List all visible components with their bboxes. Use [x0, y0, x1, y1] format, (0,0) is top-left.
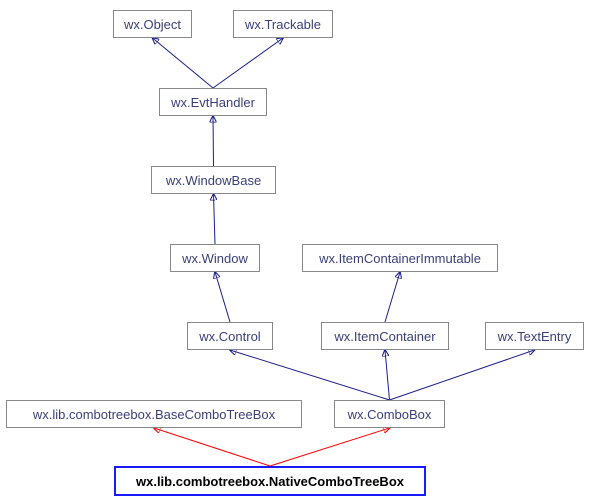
node-basecombotreebox[interactable]: wx.lib.combotreebox.BaseComboTreeBox	[6, 400, 302, 428]
node-textentry[interactable]: wx.TextEntry	[485, 322, 584, 350]
node-label: wx.lib.combotreebox.NativeComboTreeBox	[136, 474, 404, 489]
node-windowbase[interactable]: wx.WindowBase	[151, 166, 276, 194]
edge-control-to-window	[215, 272, 230, 322]
edge-combobox-to-control	[230, 350, 390, 400]
node-label: wx.Window	[182, 251, 248, 266]
edge-windowbase-to-evthandler	[213, 116, 214, 166]
edge-evthandler-to-object	[153, 38, 214, 88]
node-label: wx.ComboBox	[348, 407, 432, 422]
node-label: wx.TextEntry	[498, 329, 572, 344]
node-itemcontainerimm[interactable]: wx.ItemContainerImmutable	[302, 244, 498, 272]
node-label: wx.WindowBase	[166, 173, 261, 188]
node-object[interactable]: wx.Object	[113, 10, 192, 38]
node-combobox[interactable]: wx.ComboBox	[334, 400, 445, 428]
node-label: wx.EvtHandler	[171, 95, 255, 110]
node-control[interactable]: wx.Control	[187, 322, 273, 350]
edges-layer	[0, 0, 599, 504]
edge-combobox-to-itemcontainer	[385, 350, 390, 400]
node-window[interactable]: wx.Window	[170, 244, 260, 272]
edge-itemcontainer-to-itemcontainerimm	[385, 272, 400, 322]
node-nativecombotreebox: wx.lib.combotreebox.NativeComboTreeBox	[114, 466, 426, 496]
node-label: wx.ItemContainerImmutable	[319, 251, 481, 266]
edge-evthandler-to-trackable	[213, 38, 283, 88]
edge-combobox-to-textentry	[390, 350, 535, 400]
edge-nativecombotreebox-to-combobox	[270, 428, 390, 466]
node-label: wx.Trackable	[245, 17, 321, 32]
node-label: wx.Control	[199, 329, 260, 344]
node-itemcontainer[interactable]: wx.ItemContainer	[321, 322, 449, 350]
node-trackable[interactable]: wx.Trackable	[233, 10, 333, 38]
node-evthandler[interactable]: wx.EvtHandler	[159, 88, 267, 116]
edge-nativecombotreebox-to-basecombotreebox	[154, 428, 270, 466]
node-label: wx.lib.combotreebox.BaseComboTreeBox	[33, 407, 275, 422]
node-label: wx.ItemContainer	[334, 329, 435, 344]
inheritance-diagram: wx.Object wx.Trackable wx.EvtHandler wx.Win…	[0, 0, 599, 504]
node-label: wx.Object	[124, 17, 181, 32]
edge-window-to-windowbase	[214, 194, 216, 244]
